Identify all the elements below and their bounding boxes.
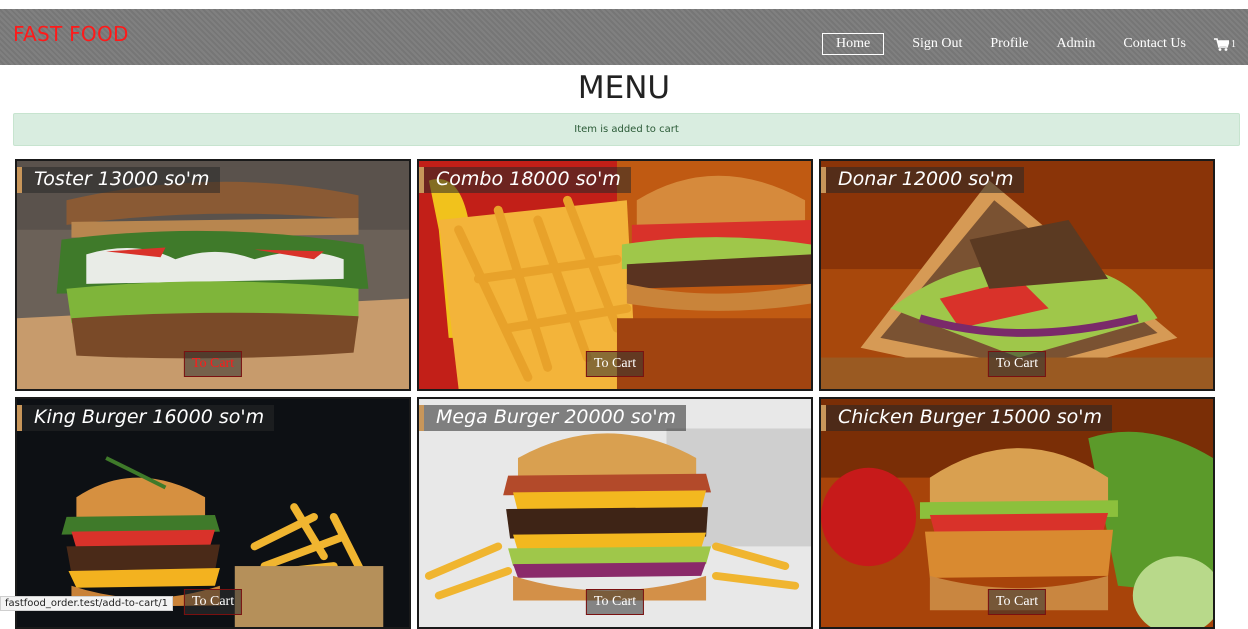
product-title: Donar 12000 so'm: [821, 167, 1024, 193]
navbar: FAST FOOD Home Sign Out Profile Admin Co…: [0, 9, 1248, 65]
success-alert: Item is added to cart: [13, 113, 1240, 146]
nav-profile[interactable]: Profile: [990, 34, 1028, 54]
nav-admin[interactable]: Admin: [1057, 34, 1096, 54]
to-cart-button[interactable]: To Cart: [987, 351, 1047, 377]
product-card: Chicken Burger 15000 so'm To Cart: [819, 397, 1215, 629]
product-card: Toster 13000 so'm To Cart: [15, 159, 411, 391]
to-cart-button[interactable]: To Cart: [183, 351, 243, 377]
nav-home[interactable]: Home: [821, 33, 885, 55]
page-title: MENU: [577, 70, 671, 106]
alert-message: Item is added to cart: [574, 124, 679, 135]
product-title: Combo 18000 so'm: [419, 167, 631, 193]
nav-cart[interactable]: 1: [1214, 37, 1236, 51]
product-card: King Burger 16000 so'm To Cart: [15, 397, 411, 629]
product-card: Mega Burger 20000 so'm To Cart: [417, 397, 813, 629]
product-card: Combo 18000 so'm To Cart: [417, 159, 813, 391]
cart-count: 1: [1231, 38, 1236, 50]
nav-sign-out[interactable]: Sign Out: [912, 34, 962, 54]
brand-logo[interactable]: FAST FOOD: [13, 22, 129, 46]
product-title: Chicken Burger 15000 so'm: [821, 405, 1113, 431]
to-cart-button[interactable]: To Cart: [585, 589, 645, 615]
nav-menu: Home Sign Out Profile Admin Contact Us 1: [821, 33, 1236, 55]
shopping-cart-icon: [1214, 37, 1229, 51]
to-cart-button[interactable]: To Cart: [183, 589, 243, 615]
to-cart-button[interactable]: To Cart: [585, 351, 645, 377]
nav-contact-us[interactable]: Contact Us: [1123, 34, 1186, 54]
product-title: Toster 13000 so'm: [17, 167, 220, 193]
to-cart-button[interactable]: To Cart: [987, 589, 1047, 615]
product-title: Mega Burger 20000 so'm: [419, 405, 687, 431]
product-card: Donar 12000 so'm To Cart: [819, 159, 1215, 391]
top-strip: [0, 0, 1248, 9]
product-title: King Burger 16000 so'm: [17, 405, 275, 431]
status-bar-url: fastfood_order.test/add-to-cart/1: [0, 596, 174, 611]
